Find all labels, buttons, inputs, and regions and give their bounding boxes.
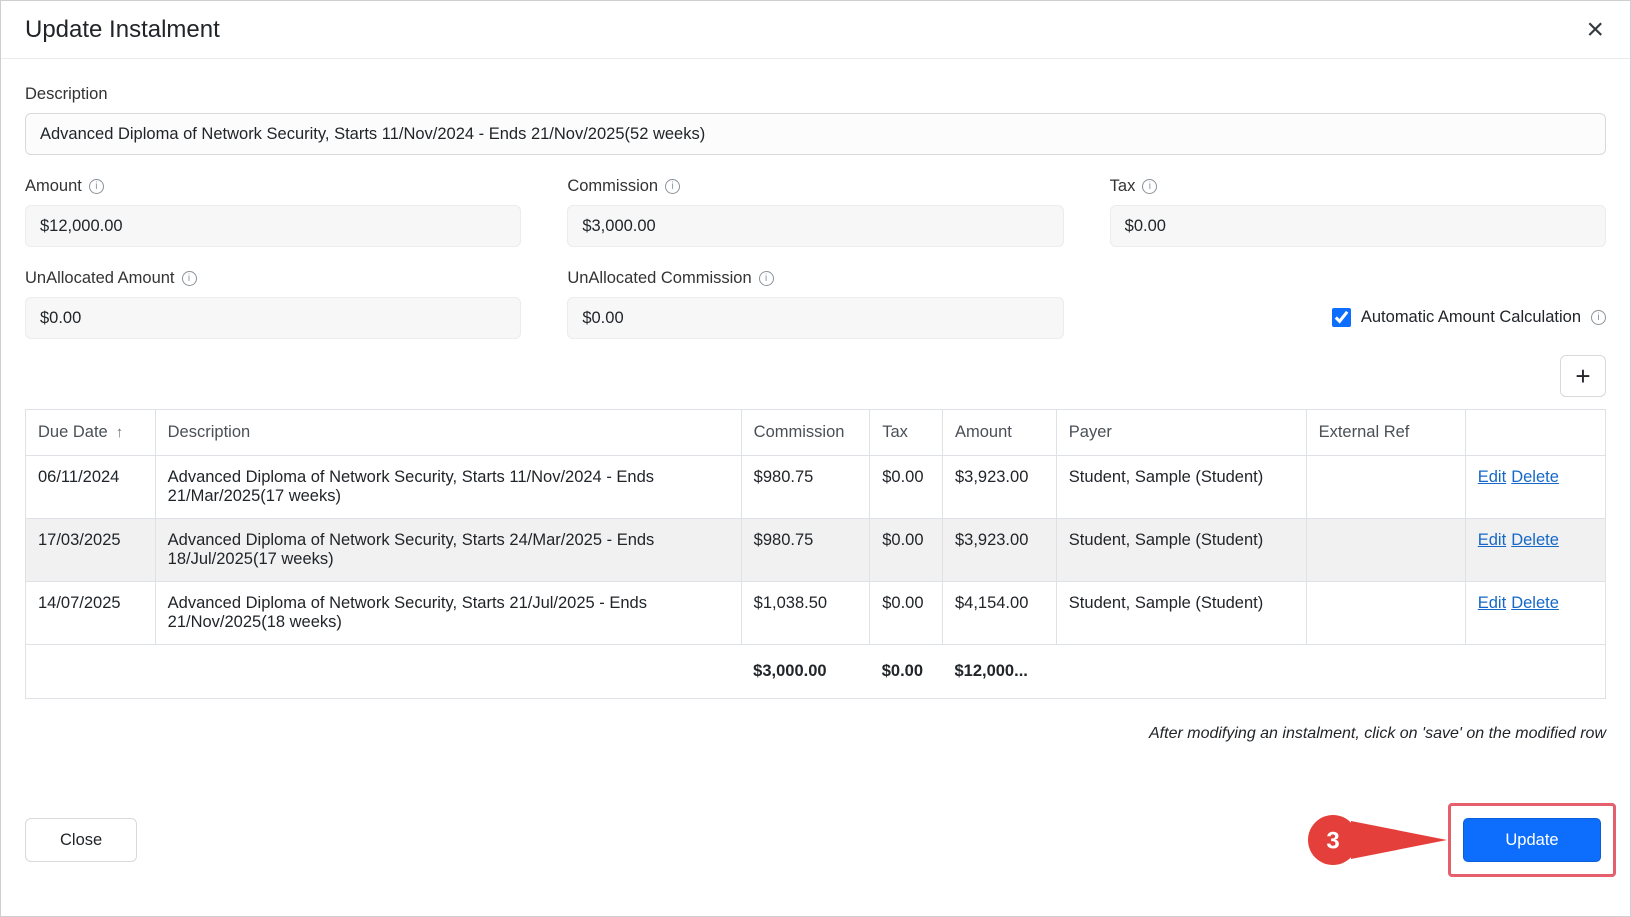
table-row: 14/07/2025 Advanced Diploma of Network S… [26,582,1606,645]
cell-due-date: 14/07/2025 [26,582,156,645]
column-header-external-ref: External Ref [1306,410,1465,456]
cell-actions: Edit Delete [1465,519,1605,582]
auto-calc-group: Automatic Amount Calculation i [1110,269,1606,339]
step-3-arrow-annotation: 3 [1301,811,1449,869]
plus-icon: + [1575,361,1590,391]
cell-tax: $0.00 [870,582,943,645]
unallocated-amount-field-group: UnAllocated Amount i [25,269,521,339]
edit-link[interactable]: Edit [1478,468,1506,486]
unallocated-amount-input[interactable] [25,297,521,339]
modal-body: Description Amount i Commission i Tax i [1,59,1630,743]
column-header-due-date[interactable]: Due Date↑ [26,410,156,456]
commission-field-group: Commission i [567,177,1063,247]
cell-amount: $3,923.00 [942,456,1056,519]
update-instalment-modal: { "modal": { "title": "Update Instalment… [0,0,1631,917]
column-header-tax: Tax [870,410,943,456]
instalments-table: Due Date↑ Description Commission Tax Amo… [25,409,1606,699]
column-header-payer: Payer [1056,410,1306,456]
column-header-actions [1465,410,1605,456]
add-row: + [25,355,1606,397]
cell-commission: $980.75 [741,456,870,519]
amounts-row: Amount i Commission i Tax i [25,177,1606,247]
cell-commission: $980.75 [741,519,870,582]
table-row: 17/03/2025 Advanced Diploma of Network S… [26,519,1606,582]
commission-label: Commission i [567,177,1063,196]
delete-link[interactable]: Delete [1511,594,1559,612]
automatic-amount-calculation-checkbox[interactable] [1332,308,1351,327]
unallocated-amount-label: UnAllocated Amount i [25,269,521,288]
unallocated-commission-input[interactable] [567,297,1063,339]
step-number: 3 [1326,828,1339,855]
description-input[interactable] [25,113,1606,155]
update-button-highlight: 3 Update [1448,803,1616,877]
table-row: 06/11/2024 Advanced Diploma of Network S… [26,456,1606,519]
cell-payer: Student, Sample (Student) [1056,582,1306,645]
total-amount: $12,000... [942,645,1056,699]
cell-due-date: 06/11/2024 [26,456,156,519]
update-button[interactable]: Update [1463,818,1601,862]
description-field-group: Description [25,85,1606,155]
edit-link[interactable]: Edit [1478,531,1506,549]
auto-calc-label: Automatic Amount Calculation [1361,308,1581,327]
cell-external-ref [1306,519,1465,582]
cell-actions: Edit Delete [1465,456,1605,519]
cell-amount: $4,154.00 [942,582,1056,645]
add-instalment-button[interactable]: + [1560,355,1606,397]
cell-commission: $1,038.50 [741,582,870,645]
tax-input[interactable] [1110,205,1606,247]
description-label: Description [25,85,1606,104]
commission-input[interactable] [567,205,1063,247]
info-icon: i [665,179,680,194]
unallocated-row: UnAllocated Amount i UnAllocated Commiss… [25,269,1606,339]
cell-due-date: 17/03/2025 [26,519,156,582]
save-hint-note: After modifying an instalment, click on … [25,725,1606,743]
info-icon: i [759,271,774,286]
column-header-description: Description [155,410,741,456]
cell-tax: $0.00 [870,519,943,582]
info-icon: i [1591,310,1606,325]
delete-link[interactable]: Delete [1511,468,1559,486]
total-commission: $3,000.00 [741,645,870,699]
tax-label: Tax i [1110,177,1606,196]
cell-actions: Edit Delete [1465,582,1605,645]
unallocated-commission-label: UnAllocated Commission i [567,269,1063,288]
cell-external-ref [1306,456,1465,519]
cell-description: Advanced Diploma of Network Security, St… [155,582,741,645]
cell-payer: Student, Sample (Student) [1056,519,1306,582]
sort-ascending-icon: ↑ [116,424,124,441]
unallocated-commission-field-group: UnAllocated Commission i [567,269,1063,339]
cell-description: Advanced Diploma of Network Security, St… [155,456,741,519]
column-header-amount: Amount [942,410,1056,456]
page-title: Update Instalment [25,16,220,44]
totals-row: $3,000.00 $0.00 $12,000... [26,645,1606,699]
cell-payer: Student, Sample (Student) [1056,456,1306,519]
amount-input[interactable] [25,205,521,247]
modal-header: Update Instalment × [1,1,1630,59]
delete-link[interactable]: Delete [1511,531,1559,549]
cell-description: Advanced Diploma of Network Security, St… [155,519,741,582]
cell-external-ref [1306,582,1465,645]
total-tax: $0.00 [870,645,943,699]
cell-amount: $3,923.00 [942,519,1056,582]
close-icon[interactable]: × [1586,15,1604,45]
info-icon: i [182,271,197,286]
cell-tax: $0.00 [870,456,943,519]
amount-label: Amount i [25,177,521,196]
info-icon: i [89,179,104,194]
amount-field-group: Amount i [25,177,521,247]
tax-field-group: Tax i [1110,177,1606,247]
table-header-row: Due Date↑ Description Commission Tax Amo… [26,410,1606,456]
close-button[interactable]: Close [25,818,137,862]
modal-footer: Close 3 Update [1,803,1630,877]
edit-link[interactable]: Edit [1478,594,1506,612]
column-header-commission: Commission [741,410,870,456]
info-icon: i [1142,179,1157,194]
